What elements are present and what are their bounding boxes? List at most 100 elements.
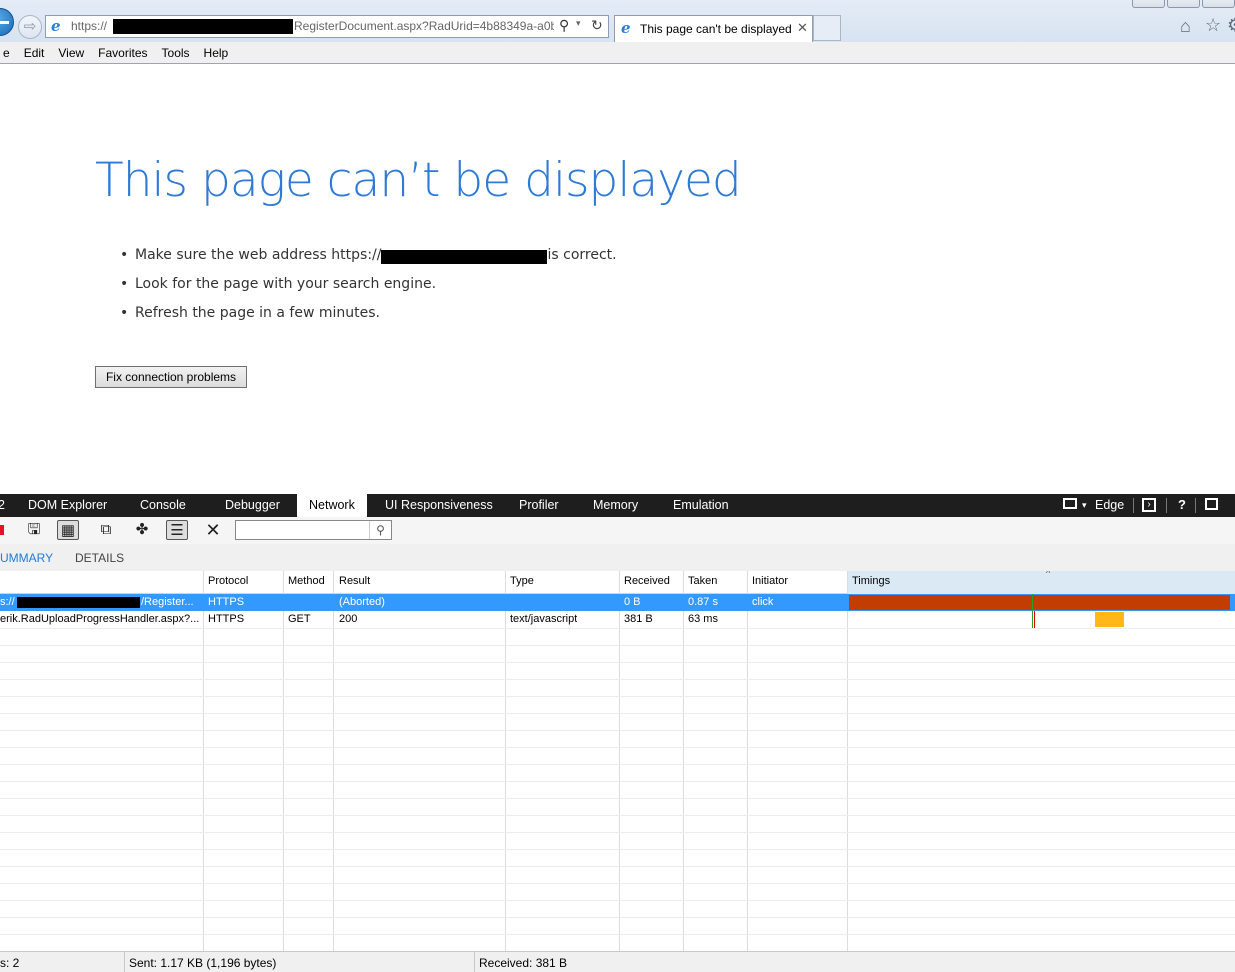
list-item: • Make sure the web address https:// is …: [120, 247, 617, 276]
search-icon[interactable]: ⚲: [559, 17, 569, 34]
save-icon[interactable]: 🖫: [23, 520, 45, 540]
search-input[interactable]: ⚲: [235, 520, 392, 540]
chevron-down-icon[interactable]: ▾: [1082, 500, 1087, 511]
row-divider: [0, 645, 1235, 646]
search-icon[interactable]: ⚲: [369, 521, 391, 539]
col-received[interactable]: Received: [624, 575, 670, 587]
row-divider: [0, 730, 1235, 731]
divider: [474, 952, 475, 972]
list-item: • Look for the page with your search eng…: [120, 276, 617, 305]
col-protocol[interactable]: Protocol: [208, 575, 248, 587]
tab-details[interactable]: DETAILS: [75, 551, 124, 565]
devtools-tab-fragment[interactable]: 2: [0, 494, 5, 517]
divider: [1166, 498, 1167, 513]
back-button[interactable]: [0, 8, 14, 36]
cell-protocol: HTTPS: [208, 596, 245, 608]
table-row[interactable]: s:// /Register... HTTPS (Aborted) 0 B 0.…: [0, 594, 1235, 611]
tip-text: Look for the page with your search engin…: [135, 276, 437, 292]
network-subtabs: UMMARY DETAILS: [0, 544, 1235, 571]
clear-cache-icon[interactable]: ▦: [57, 520, 79, 540]
tab-summary[interactable]: UMMARY: [0, 551, 53, 565]
close-tab-icon[interactable]: ✕: [797, 20, 808, 36]
close-window-button[interactable]: [1202, 0, 1235, 8]
table-row[interactable]: erik.RadUploadProgressHandler.aspx?... H…: [0, 611, 1235, 628]
row-divider: [0, 849, 1235, 850]
menu-view[interactable]: View: [51, 46, 91, 60]
address-redaction: [381, 250, 548, 264]
help-icon[interactable]: ?: [1178, 497, 1186, 512]
page-title: This page can’t be displayed: [95, 153, 742, 208]
col-method[interactable]: Method: [288, 575, 325, 587]
tab-ui-responsiveness[interactable]: UI Responsiveness: [385, 494, 493, 517]
cell-result: (Aborted): [339, 596, 385, 608]
tab-profiler[interactable]: Profiler: [519, 494, 559, 517]
undock-icon[interactable]: [1205, 498, 1218, 510]
console-icon[interactable]: ›: [1142, 498, 1156, 512]
address-bar[interactable]: e https:// RegisterDocument.aspx?RadUrid…: [45, 15, 609, 38]
row-divider: [0, 866, 1235, 867]
row-divider: [0, 679, 1235, 680]
col-initiator[interactable]: Initiator: [752, 575, 788, 587]
clear-session-icon[interactable]: ⧉: [95, 520, 117, 540]
timing-bar: [1095, 612, 1124, 627]
stop-recording-icon[interactable]: [0, 525, 4, 535]
menu-help[interactable]: Help: [197, 46, 236, 60]
cell-name: erik.RadUploadProgressHandler.aspx?...: [0, 613, 200, 625]
cell-received: 0 B: [624, 596, 641, 608]
row-divider: [0, 696, 1235, 697]
tips-list: • Make sure the web address https:// is …: [120, 247, 617, 334]
tab-memory[interactable]: Memory: [593, 494, 638, 517]
menu-tools[interactable]: Tools: [155, 46, 197, 60]
address-text: RegisterDocument.aspx?RadUrid=4b88349a-a…: [294, 19, 554, 33]
refresh-icon[interactable]: ↻: [591, 17, 603, 34]
clear-icon[interactable]: ✕: [202, 520, 224, 540]
cell-type: text/javascript: [510, 613, 578, 625]
timings-header-bg: [848, 571, 1235, 594]
row-divider: [0, 713, 1235, 714]
gear-icon[interactable]: ⚙: [1227, 15, 1235, 36]
tab-console[interactable]: Console: [140, 494, 186, 517]
cell-result: 200: [339, 613, 358, 625]
forward-button[interactable]: ⇨: [18, 15, 42, 39]
menu-favorites[interactable]: Favorites: [91, 46, 154, 60]
row-divider: [0, 662, 1235, 663]
tab-dom-explorer[interactable]: DOM Explorer: [28, 494, 107, 517]
cell-method: GET: [288, 613, 311, 625]
cell-protocol: HTTPS: [208, 613, 245, 625]
menu-edit[interactable]: Edit: [17, 46, 52, 60]
row-divider: [0, 934, 1235, 935]
network-toolbar: 🖫 ▦ ⧉ ✤ ☰ ✕ ⚲: [0, 517, 1235, 544]
ie-page-icon: e: [51, 17, 61, 35]
monitor-icon[interactable]: [1063, 498, 1077, 509]
tab-network[interactable]: Network: [297, 494, 367, 517]
browser-titlebar: ⇨ e https:// RegisterDocument.aspx?RadUr…: [0, 0, 1235, 42]
status-sent: Sent: 1.17 KB (1,196 bytes): [129, 956, 277, 970]
col-timings[interactable]: Timings: [852, 575, 890, 587]
minimize-button[interactable]: [1132, 0, 1165, 8]
dropdown-chevron-icon[interactable]: ▾: [576, 18, 581, 29]
fix-connection-button[interactable]: Fix connection problems: [95, 366, 247, 388]
restore-button[interactable]: [1167, 0, 1200, 8]
document-mode[interactable]: Edge: [1095, 498, 1124, 512]
status-received: Received: 381 B: [479, 956, 568, 970]
sort-caret-icon[interactable]: ^: [1046, 571, 1050, 578]
menu-file-fragment[interactable]: e: [0, 46, 17, 60]
new-tab-button[interactable]: [813, 15, 841, 41]
tab-current[interactable]: e This page can't be displayed ✕: [614, 15, 813, 42]
divider: [1133, 498, 1134, 513]
home-icon[interactable]: ⌂: [1180, 16, 1191, 37]
tip-text: is correct.: [547, 247, 617, 263]
col-taken[interactable]: Taken: [688, 575, 717, 587]
col-type[interactable]: Type: [510, 575, 534, 587]
address-prefix: https://: [71, 19, 108, 33]
tab-emulation[interactable]: Emulation: [673, 494, 729, 517]
cell-taken: 63 ms: [688, 613, 718, 625]
tip-text: Make sure the web address https://: [135, 247, 382, 263]
row-divider: [0, 815, 1235, 816]
filter-list-icon[interactable]: ☰: [166, 520, 188, 540]
tab-debugger[interactable]: Debugger: [225, 494, 280, 517]
tip-text: Refresh the page in a few minutes.: [135, 305, 380, 321]
clear-cookies-icon[interactable]: ✤: [131, 520, 153, 540]
favorites-star-icon[interactable]: ☆: [1205, 15, 1221, 36]
col-result[interactable]: Result: [339, 575, 370, 587]
